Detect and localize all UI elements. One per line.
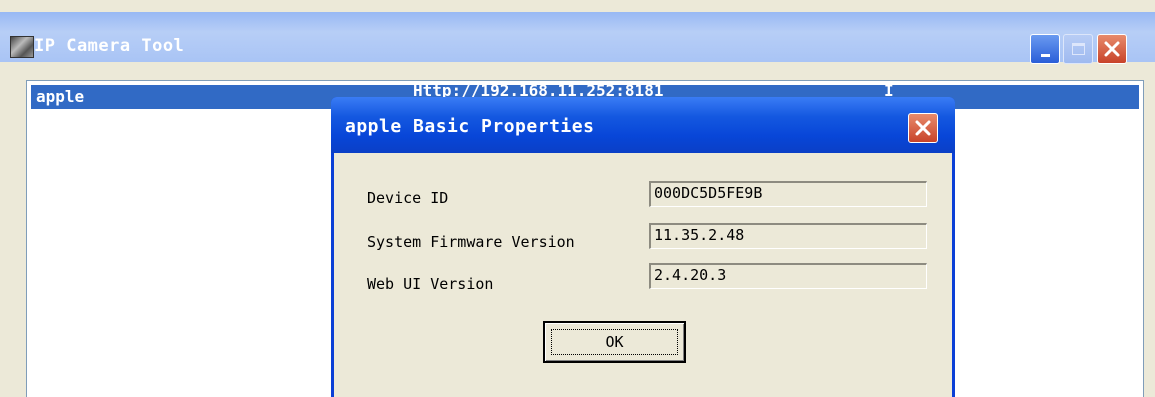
close-icon bbox=[1104, 41, 1120, 57]
close-icon bbox=[915, 120, 931, 136]
maximize-button[interactable] bbox=[1063, 34, 1093, 64]
camera-app-icon[interactable] bbox=[10, 36, 34, 58]
focus-rectangle bbox=[551, 329, 678, 355]
dialog-title: apple Basic Properties bbox=[345, 116, 595, 137]
web-ui-version-label: Web UI Version bbox=[367, 275, 494, 293]
ok-button[interactable]: OK bbox=[543, 321, 686, 363]
minimize-button[interactable] bbox=[1030, 34, 1060, 64]
firmware-version-field[interactable]: 11.35.2.48 bbox=[649, 223, 927, 249]
device-id-field[interactable]: 000DC5D5FE9B bbox=[649, 181, 927, 207]
device-id-label: Device ID bbox=[367, 189, 449, 207]
minimize-icon bbox=[1040, 53, 1050, 57]
close-button[interactable] bbox=[1097, 34, 1127, 64]
web-ui-version-field[interactable]: 2.4.20.3 bbox=[649, 263, 927, 289]
main-titlebar[interactable]: IP Camera Tool bbox=[0, 12, 1155, 64]
camera-name: apple bbox=[36, 87, 85, 106]
window-title: IP Camera Tool bbox=[34, 36, 185, 56]
dialog-body: Device ID 000DC5D5FE9B System Firmware V… bbox=[334, 153, 952, 397]
firmware-version-label: System Firmware Version bbox=[367, 233, 575, 251]
dialog-titlebar[interactable]: apple Basic Properties bbox=[331, 97, 955, 153]
maximize-icon bbox=[1071, 43, 1085, 55]
basic-properties-dialog: apple Basic Properties Device ID 000DC5D… bbox=[331, 97, 955, 397]
dialog-close-button[interactable] bbox=[908, 113, 938, 143]
